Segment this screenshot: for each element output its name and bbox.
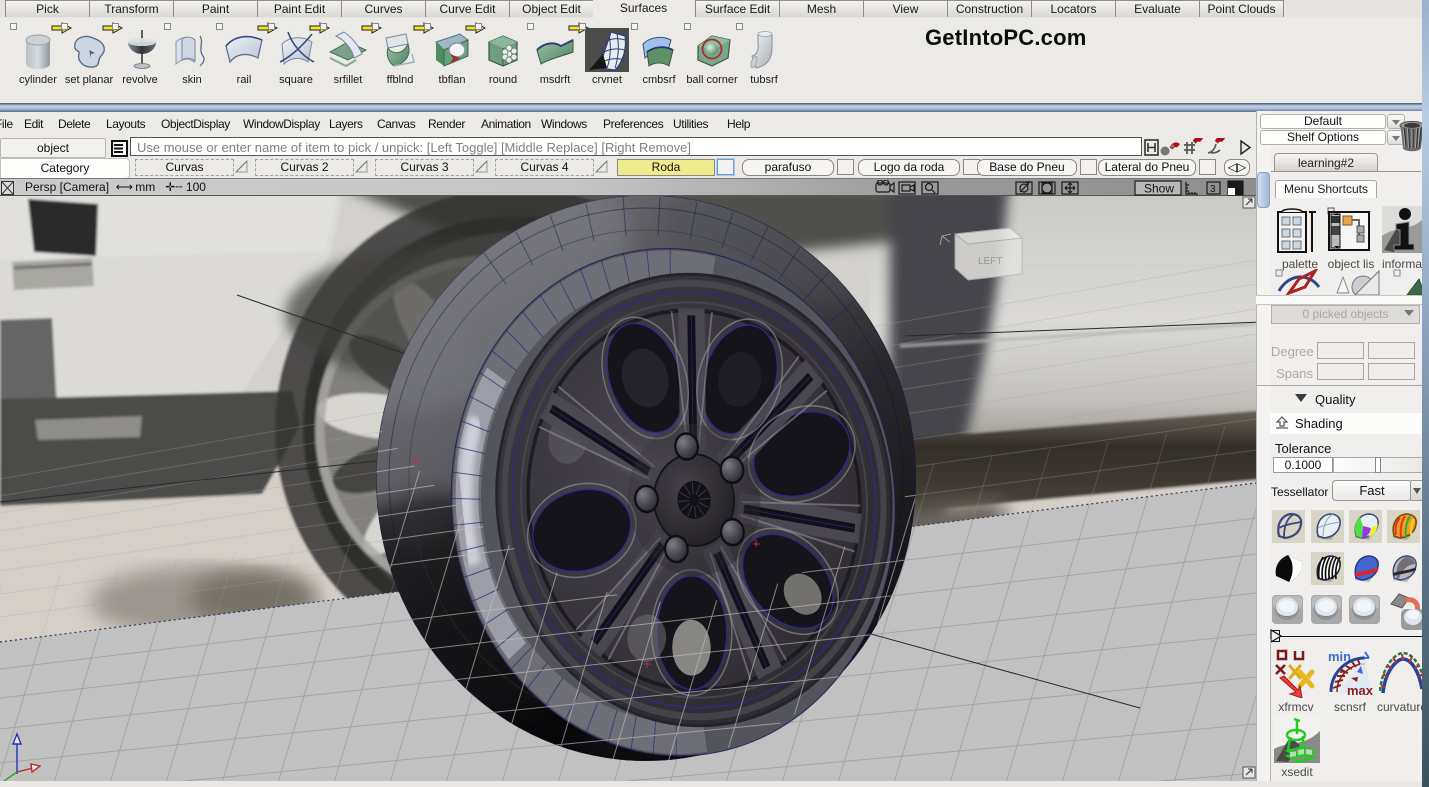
svg-text:LEFT: LEFT xyxy=(978,256,1002,267)
svg-text:Show: Show xyxy=(1144,182,1174,196)
svg-text:max: max xyxy=(1347,683,1373,698)
svg-text:3: 3 xyxy=(1210,184,1216,195)
